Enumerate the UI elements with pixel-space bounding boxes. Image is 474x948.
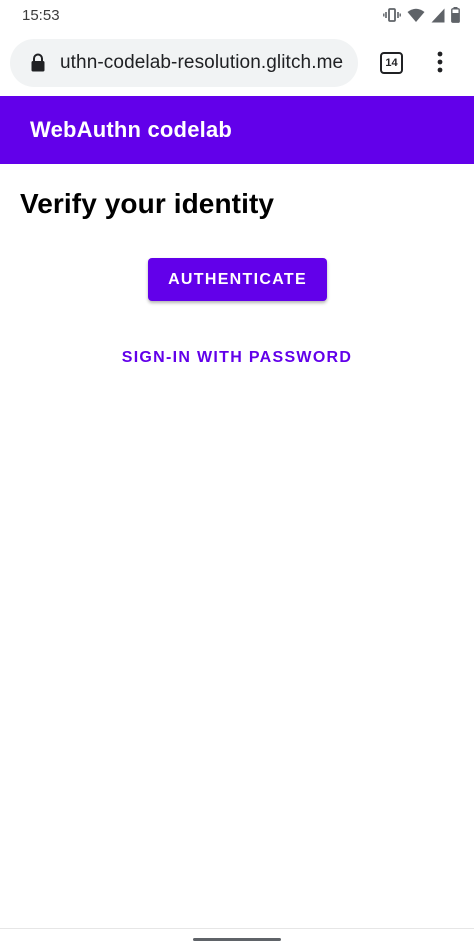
browser-toolbar: uthn-codelab-resolution.glitch.me 14 [0, 30, 474, 96]
system-nav-bar [0, 928, 474, 948]
signal-icon [431, 8, 445, 23]
url-text[interactable]: uthn-codelab-resolution.glitch.me [60, 52, 343, 74]
lock-icon[interactable] [31, 53, 45, 77]
tab-count: 14 [385, 57, 398, 69]
app-bar: WebAuthn codelab [0, 96, 474, 164]
authenticate-button[interactable]: AUTHENTICATE [148, 258, 327, 301]
page-title: Verify your identity [20, 188, 275, 219]
address-bar[interactable]: uthn-codelab-resolution.glitch.me [10, 39, 358, 87]
home-gesture-handle[interactable] [193, 938, 281, 941]
battery-icon [451, 7, 460, 23]
wifi-icon [407, 8, 425, 23]
status-bar: 15:53 [0, 0, 474, 30]
more-vert-icon[interactable] [430, 50, 450, 79]
status-icons [383, 6, 460, 24]
sign-in-with-password-link[interactable]: SIGN-IN WITH PASSWORD [0, 349, 474, 367]
status-time: 15:53 [22, 7, 60, 24]
app-title: WebAuthn codelab [30, 117, 233, 142]
vibrate-icon [383, 7, 401, 23]
tab-switcher-icon[interactable]: 14 [380, 52, 403, 74]
